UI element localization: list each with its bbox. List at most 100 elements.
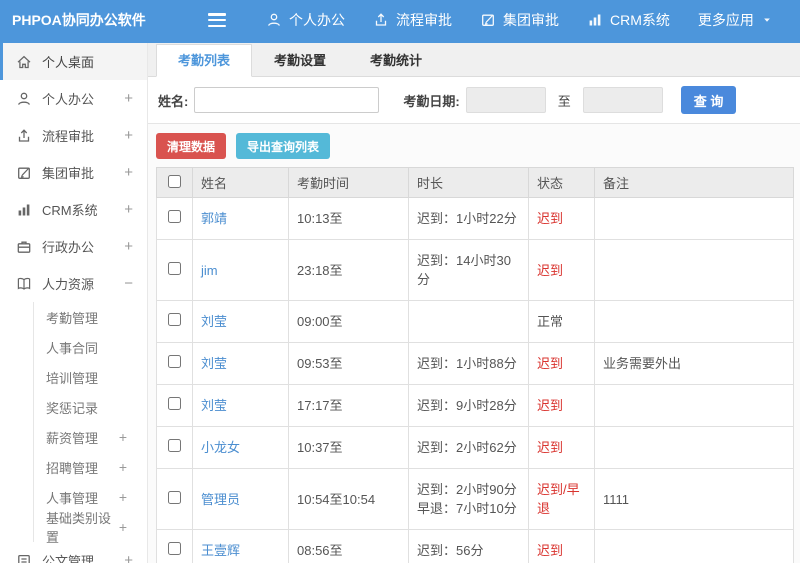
sidebar-subitem-label: 薪资管理	[46, 430, 99, 446]
sidebar-subitem-label: 人事管理	[46, 490, 99, 506]
row-checkbox[interactable]	[168, 261, 181, 275]
row-checkbox[interactable]	[168, 355, 181, 368]
clean-data-button[interactable]: 清理数据	[156, 133, 227, 159]
table-body: 郭靖 10:13至 迟到：1小时22分 迟到 jim 23:18至 迟到：14小时30分 迟到…	[156, 197, 794, 563]
table-row: 郭靖 10:13至 迟到：1小时22分 迟到	[156, 197, 794, 240]
sidebar-subitem-basic-category-settings[interactable]: 基础类别设置 +	[34, 511, 147, 545]
attendance-time: 10:54至10:54	[297, 491, 376, 507]
employee-name-link[interactable]: 刘莹	[201, 398, 227, 413]
attendance-table: 姓名 考勤时间 时长 状态 备注 郭靖 10:13至 迟到：1小时22分 迟到 jim 23:18…	[156, 167, 794, 563]
table-row: 刘莹 09:53至 迟到：1小时88分 迟到 业务需要外出	[156, 342, 794, 385]
attendance-time: 09:53至	[297, 356, 343, 371]
expand-plus-icon: +	[124, 238, 133, 255]
table-row: jim 23:18至 迟到：14小时30分 迟到	[156, 239, 794, 301]
caret-icon	[761, 14, 773, 26]
date-to-input[interactable]	[582, 87, 663, 113]
sidebar-subitem-label: 人事合同	[46, 340, 99, 356]
nav-item-label: 更多应用	[697, 12, 754, 28]
expand-plus-icon: +	[124, 552, 133, 563]
sidebar-subitem-training-management[interactable]: 培训管理	[34, 362, 147, 392]
table-row: 小龙女 10:37至 迟到：2小时62分 迟到	[156, 426, 794, 469]
sidebar-item-personal-desktop[interactable]: 个人桌面	[0, 43, 147, 80]
doc-icon	[16, 553, 32, 563]
sidebar-item-workflow-approval[interactable]: 流程审批 +	[0, 117, 147, 154]
nav-item-label: CRM系统	[610, 12, 670, 28]
employee-name-link[interactable]: 管理员	[201, 492, 240, 507]
nav-item-label: 流程审批	[396, 12, 452, 28]
tab-bar: 考勤列表 考勤设置 考勤统计	[148, 43, 800, 77]
main-layout: 个人桌面 个人办公 + 流程审批 + 集团审批 + CRM系统 + 行政办公 + 人力资源 − 考勤管理人…	[0, 40, 800, 563]
table-row: 刘莹 09:00至 正常	[156, 300, 794, 343]
employee-name-link[interactable]: 郭靖	[201, 211, 227, 226]
sidebar-subitem-attendance-management[interactable]: 考勤管理	[34, 302, 147, 332]
expand-plus-icon: +	[124, 127, 133, 144]
nav-item-workflow-approval[interactable]: 流程审批	[359, 0, 466, 40]
sidebar-item-personal-office[interactable]: 个人办公 +	[0, 80, 147, 117]
attendance-time: 09:00至	[297, 314, 343, 329]
expand-plus-icon: +	[124, 90, 133, 107]
nav-item-label: 集团审批	[503, 12, 559, 28]
sidebar-item-label: 行政办公	[42, 240, 95, 255]
nav-item-more-apps[interactable]: 更多应用	[684, 0, 787, 40]
sidebar-item-crm-system[interactable]: CRM系统 +	[0, 191, 147, 228]
row-checkbox[interactable]	[168, 439, 181, 452]
sidebar-item-human-resources[interactable]: 人力资源 −	[0, 265, 147, 302]
status-badge: 正常	[537, 314, 564, 329]
tab-attendance-settings[interactable]: 考勤设置	[252, 44, 348, 77]
chart-icon	[587, 12, 603, 28]
edit-icon	[16, 165, 32, 181]
sidebar-item-label: 流程审批	[42, 129, 95, 144]
employee-name-link[interactable]: 小龙女	[201, 440, 240, 455]
employee-name-link[interactable]: jim	[201, 263, 218, 278]
remark-text: 业务需要外出	[603, 356, 682, 371]
book-icon	[16, 276, 32, 292]
search-button[interactable]: 查 询	[680, 86, 737, 114]
duration-text: 迟到：9小时28分	[417, 398, 517, 413]
sidebar-subitem-label: 考勤管理	[46, 310, 99, 326]
employee-name-link[interactable]: 刘莹	[201, 356, 227, 371]
attendance-time: 08:56至	[297, 543, 343, 558]
sidebar-item-label: 公文管理	[42, 554, 95, 563]
upload-icon	[373, 12, 389, 28]
menu-toggle-icon[interactable]	[208, 13, 226, 27]
row-checkbox[interactable]	[168, 542, 181, 555]
header-nav: 个人办公 流程审批 集团审批 CRM系统 更多应用	[252, 0, 787, 40]
table-row: 刘莹 17:17至 迟到：9小时28分 迟到	[156, 384, 794, 427]
employee-name-link[interactable]: 王壹辉	[201, 543, 240, 558]
tab-attendance-stats[interactable]: 考勤统计	[348, 44, 444, 77]
nav-item-crm-system[interactable]: CRM系统	[573, 0, 684, 40]
sidebar-subitem-hr-contract[interactable]: 人事合同	[34, 332, 147, 362]
status-badge: 迟到	[537, 440, 564, 455]
name-label: 姓名:	[158, 93, 189, 109]
sidebar-subitem-reward-punishment-records[interactable]: 奖惩记录	[34, 392, 147, 422]
column-header: 时长	[408, 167, 529, 198]
employee-name-link[interactable]: 刘莹	[201, 314, 227, 329]
sidebar-item-admin-office[interactable]: 行政办公 +	[0, 228, 147, 265]
nav-item-personal-office[interactable]: 个人办公	[252, 0, 359, 40]
briefcase-icon	[16, 239, 32, 255]
user-icon	[266, 12, 282, 28]
sidebar-subitem-salary-management[interactable]: 薪资管理 +	[34, 422, 147, 452]
expand-plus-icon: +	[118, 489, 127, 505]
remark-text: 1111	[603, 491, 630, 507]
attendance-date-label: 考勤日期:	[403, 93, 460, 109]
expand-plus-icon: +	[118, 459, 127, 475]
row-checkbox[interactable]	[168, 397, 181, 410]
row-checkbox[interactable]	[168, 490, 181, 504]
sidebar-subitem-label: 招聘管理	[46, 460, 99, 476]
tab-attendance-list[interactable]: 考勤列表	[156, 44, 253, 77]
sidebar-subitem-label: 培训管理	[46, 370, 99, 386]
main-content: 考勤列表 考勤设置 考勤统计 姓名: 考勤日期: 至 查 询 清理数据 导出查询列表	[148, 43, 800, 563]
app-header: PHPOA协同办公软件 个人办公 流程审批 集团审批 CRM系统 更多应用	[0, 0, 800, 40]
sidebar-item-group-approval[interactable]: 集团审批 +	[0, 154, 147, 191]
sidebar-subitem-label: 奖惩记录	[46, 400, 99, 416]
row-checkbox[interactable]	[168, 313, 181, 326]
sidebar-subitem-recruitment-management[interactable]: 招聘管理 +	[34, 452, 147, 482]
nav-item-group-approval[interactable]: 集团审批	[466, 0, 573, 40]
select-all-checkbox[interactable]	[168, 174, 181, 188]
row-checkbox[interactable]	[168, 210, 181, 223]
edit-icon	[480, 12, 496, 28]
export-list-button[interactable]: 导出查询列表	[236, 133, 331, 159]
name-input[interactable]	[194, 87, 380, 113]
date-from-input[interactable]	[465, 87, 546, 113]
